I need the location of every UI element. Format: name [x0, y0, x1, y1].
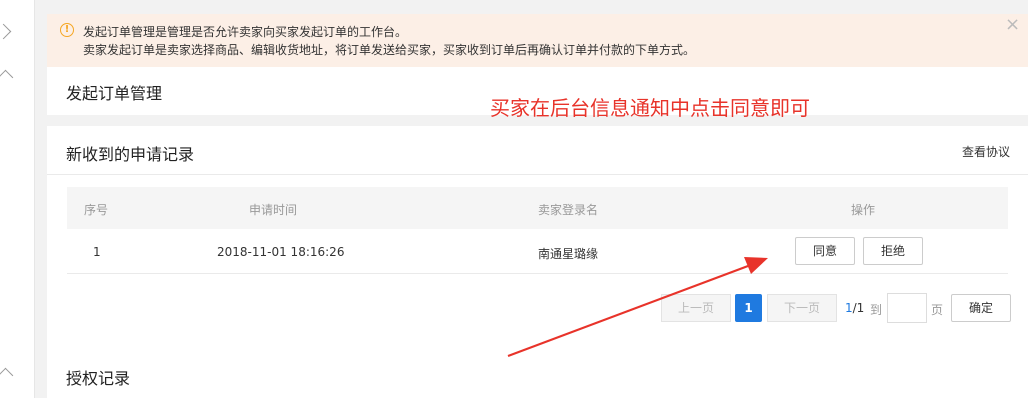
page-count-total: /1 [852, 301, 865, 315]
chevron-up-icon[interactable] [0, 69, 14, 86]
requests-card: 新收到的申请记录 查看协议 序号 申请时间 卖家登录名 操作 1 2018-11… [47, 126, 1028, 398]
table-row: 1 2018-11-01 18:16:26 南通星璐缘 同意 拒绝 [67, 229, 1008, 274]
column-header-time: 申请时间 [249, 203, 298, 217]
column-header-seller: 卖家登录名 [538, 203, 599, 217]
row-index: 1 [93, 245, 101, 259]
view-agreement-link[interactable]: 查看协议 [962, 143, 1010, 160]
goto-label: 到 [870, 303, 883, 317]
notice-text-line1: 发起订单管理是管理是否允许卖家向买家发起订单的工作台。 [83, 25, 408, 39]
left-nav-rail [0, 0, 35, 398]
notice-text-line2: 卖家发起订单是卖家选择商品、编辑收货地址，将订单发送给买家，买家收到订单后再确认… [83, 43, 696, 57]
column-header-action: 操作 [851, 203, 876, 217]
page-number-current[interactable]: 1 [735, 294, 762, 322]
requests-header: 新收到的申请记录 查看协议 [47, 126, 1028, 175]
page-count-current: 1 [845, 301, 853, 315]
row-time: 2018-11-01 18:16:26 [217, 245, 345, 259]
annotation-text: 买家在后台信息通知中点击同意即可 [490, 96, 810, 120]
auth-records-title: 授权记录 [66, 369, 131, 388]
row-seller: 南通星璐缘 [538, 247, 599, 261]
table-header: 序号 申请时间 卖家登录名 操作 [67, 187, 1008, 229]
page-title: 发起订单管理 [66, 84, 163, 103]
agree-button[interactable]: 同意 [795, 237, 855, 265]
requests-title: 新收到的申请记录 [66, 145, 195, 164]
page-count: 1/1 [845, 301, 864, 315]
chevron-up-icon[interactable] [0, 367, 14, 384]
requests-table: 序号 申请时间 卖家登录名 操作 1 2018-11-01 18:16:26 南… [67, 187, 1008, 274]
confirm-page-button[interactable]: 确定 [951, 294, 1011, 322]
notice-banner: ! 发起订单管理是管理是否允许卖家向买家发起订单的工作台。 卖家发起订单是卖家选… [47, 14, 1028, 67]
info-icon: ! [60, 23, 74, 37]
column-header-index: 序号 [84, 203, 109, 217]
close-icon[interactable]: × [1005, 14, 1020, 35]
page-jump-input[interactable] [887, 293, 927, 323]
prev-page-button[interactable]: 上一页 [661, 294, 731, 322]
chevron-right-icon[interactable] [0, 23, 12, 40]
reject-button[interactable]: 拒绝 [863, 237, 923, 265]
next-page-button[interactable]: 下一页 [767, 294, 837, 322]
page-unit-label: 页 [931, 303, 944, 317]
